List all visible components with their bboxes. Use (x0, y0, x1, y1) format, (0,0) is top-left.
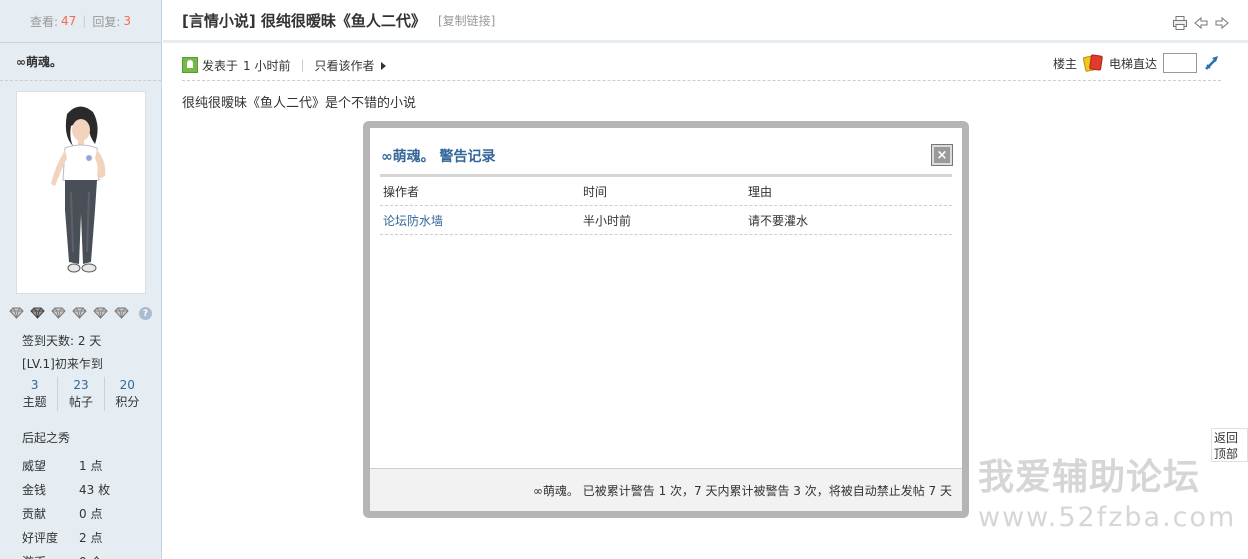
online-status-icon (182, 57, 198, 73)
warning-dialog: ∞萌魂。 警告记录 × 操作者 时间 理由 论坛防水墙 半小时前 请不要灌水 ∞… (363, 121, 969, 518)
avatar[interactable] (16, 91, 146, 294)
count-credits-label: 积分 (115, 395, 140, 409)
count-credits[interactable]: 20 积分 (105, 377, 150, 411)
prev-thread-icon[interactable] (1193, 15, 1209, 31)
user-rank: 后起之秀 (22, 431, 71, 445)
prop-key: 金钱 (22, 482, 47, 497)
count-posts-num[interactable]: 23 (58, 377, 103, 393)
signin-days: 签到天数: 2 天 (22, 334, 102, 348)
col-header-time: 时间 (583, 184, 608, 199)
post-body: 很纯很暧昧《鱼人二代》是个不错的小说 (182, 96, 417, 111)
copy-link-button[interactable]: [复制链接] (438, 12, 495, 29)
caret-right-icon (380, 62, 386, 70)
print-icon[interactable] (1172, 15, 1188, 31)
warning-summary: ∞萌魂。 已被累计警告 1 次，7 天内累计被警告 3 次，将被自动禁止发帖 7… (370, 468, 962, 511)
prop-value: 2 点 (79, 530, 103, 545)
prop-key: 游币 (22, 553, 79, 559)
author-counts: 3 主题 23 帖子 20 积分 (12, 377, 150, 411)
prop-row: 游币 0 个 (22, 549, 110, 559)
only-author-link[interactable]: 只看该作者 (315, 57, 386, 74)
avatar-figure (51, 106, 106, 273)
warning-dialog-body: ∞萌魂。 警告记录 × 操作者 时间 理由 论坛防水墙 半小时前 请不要灌水 ∞… (370, 128, 962, 511)
prop-row: 威望 1 点 (22, 453, 110, 477)
jump-label: 电梯直达 (1108, 56, 1157, 71)
prop-value: 0 点 (79, 506, 103, 521)
warning-time: 半小时前 (583, 213, 632, 228)
go-jump-icon[interactable] (1203, 54, 1221, 72)
back-to-top-button[interactable]: 返回顶部 (1211, 428, 1248, 462)
prop-key: 好评度 (22, 530, 59, 545)
close-button[interactable]: × (931, 144, 953, 166)
table-row: 论坛防水墙 半小时前 请不要灌水 (380, 206, 952, 235)
medal-row: ? (8, 306, 152, 320)
replies-count: 3 (123, 14, 132, 28)
count-threads-num[interactable]: 3 (12, 377, 57, 393)
warning-table: 操作者 时间 理由 论坛防水墙 半小时前 请不要灌水 (380, 177, 952, 235)
user-level[interactable]: [LV.1]初来乍到 (22, 355, 103, 372)
floor-jump-input[interactable] (1163, 53, 1197, 73)
help-icon[interactable]: ? (139, 307, 152, 320)
meta-divider: | (300, 58, 305, 72)
warning-reason: 请不要灌水 (748, 213, 809, 228)
diamond-icon (71, 306, 88, 320)
diamond-icon (50, 306, 67, 320)
watermark-text: 我爱辅助论坛 (978, 457, 1201, 498)
count-posts-label: 帖子 (68, 395, 93, 409)
count-threads-label: 主题 (22, 395, 47, 409)
operator-link[interactable]: 论坛防水墙 (380, 212, 583, 229)
watermark-url: www.52fzba.com (978, 502, 1237, 533)
prop-value: 1 点 (79, 458, 103, 473)
replies-label: 回复: (92, 14, 121, 29)
dialog-title: ∞萌魂。 警告记录 (381, 149, 496, 165)
stats-divider: | (82, 14, 87, 28)
author-name[interactable]: ∞萌魂。 (0, 43, 161, 81)
table-header-row: 操作者 时间 理由 (380, 177, 952, 206)
header-tools (1172, 15, 1230, 31)
col-header-operator: 操作者 (383, 184, 420, 199)
author-props: 威望 1 点 金钱 43 枚 贡献 0 点 好评度 2 点 游币 0 个 (22, 453, 110, 559)
prop-row: 好评度 2 点 (22, 525, 110, 549)
post-meta: 发表于 1 小时前 | 只看该作者 楼主 电梯直达 (182, 50, 1221, 81)
floor-tools: 楼主 电梯直达 (1053, 53, 1221, 73)
next-thread-icon[interactable] (1214, 15, 1230, 31)
prop-row: 金钱 43 枚 (22, 477, 110, 501)
diamond-icon (113, 306, 130, 320)
count-posts[interactable]: 23 帖子 (58, 377, 105, 411)
prop-key: 威望 (22, 458, 47, 473)
views-label: 查看: (29, 14, 59, 29)
floor-label: 楼主 (1052, 56, 1077, 71)
col-header-reason: 理由 (748, 184, 773, 199)
prop-value: 43 枚 (79, 482, 111, 497)
only-author-label: 只看该作者 (314, 58, 375, 73)
count-threads[interactable]: 3 主题 (12, 377, 59, 411)
diamond-icon (8, 306, 25, 320)
thread-title: [言情小说] 很纯很暧昧《鱼人二代》 (182, 11, 426, 30)
close-icon: × (936, 147, 948, 163)
diamond-icon (29, 306, 46, 320)
posted-prefix: 发表于 (202, 58, 239, 73)
posted-time: 1 小时前 (243, 58, 291, 73)
warning-cards-icon (1082, 54, 1103, 73)
count-credits-num[interactable]: 20 (105, 377, 150, 393)
prop-key: 贡献 (22, 506, 47, 521)
thread-stats: 查看: 47 | 回复: 3 (0, 0, 161, 43)
prop-value: 0 个 (79, 553, 102, 559)
prop-row: 贡献 0 点 (22, 501, 110, 525)
diamond-icon (92, 306, 109, 320)
thread-header: [言情小说] 很纯很暧昧《鱼人二代》 [复制链接] (163, 0, 1248, 43)
author-sidebar: 查看: 47 | 回复: 3 ∞萌魂。 ? 签到天数: 2 天 [LV.1]初来… (0, 0, 162, 559)
views-count: 47 (61, 14, 77, 28)
